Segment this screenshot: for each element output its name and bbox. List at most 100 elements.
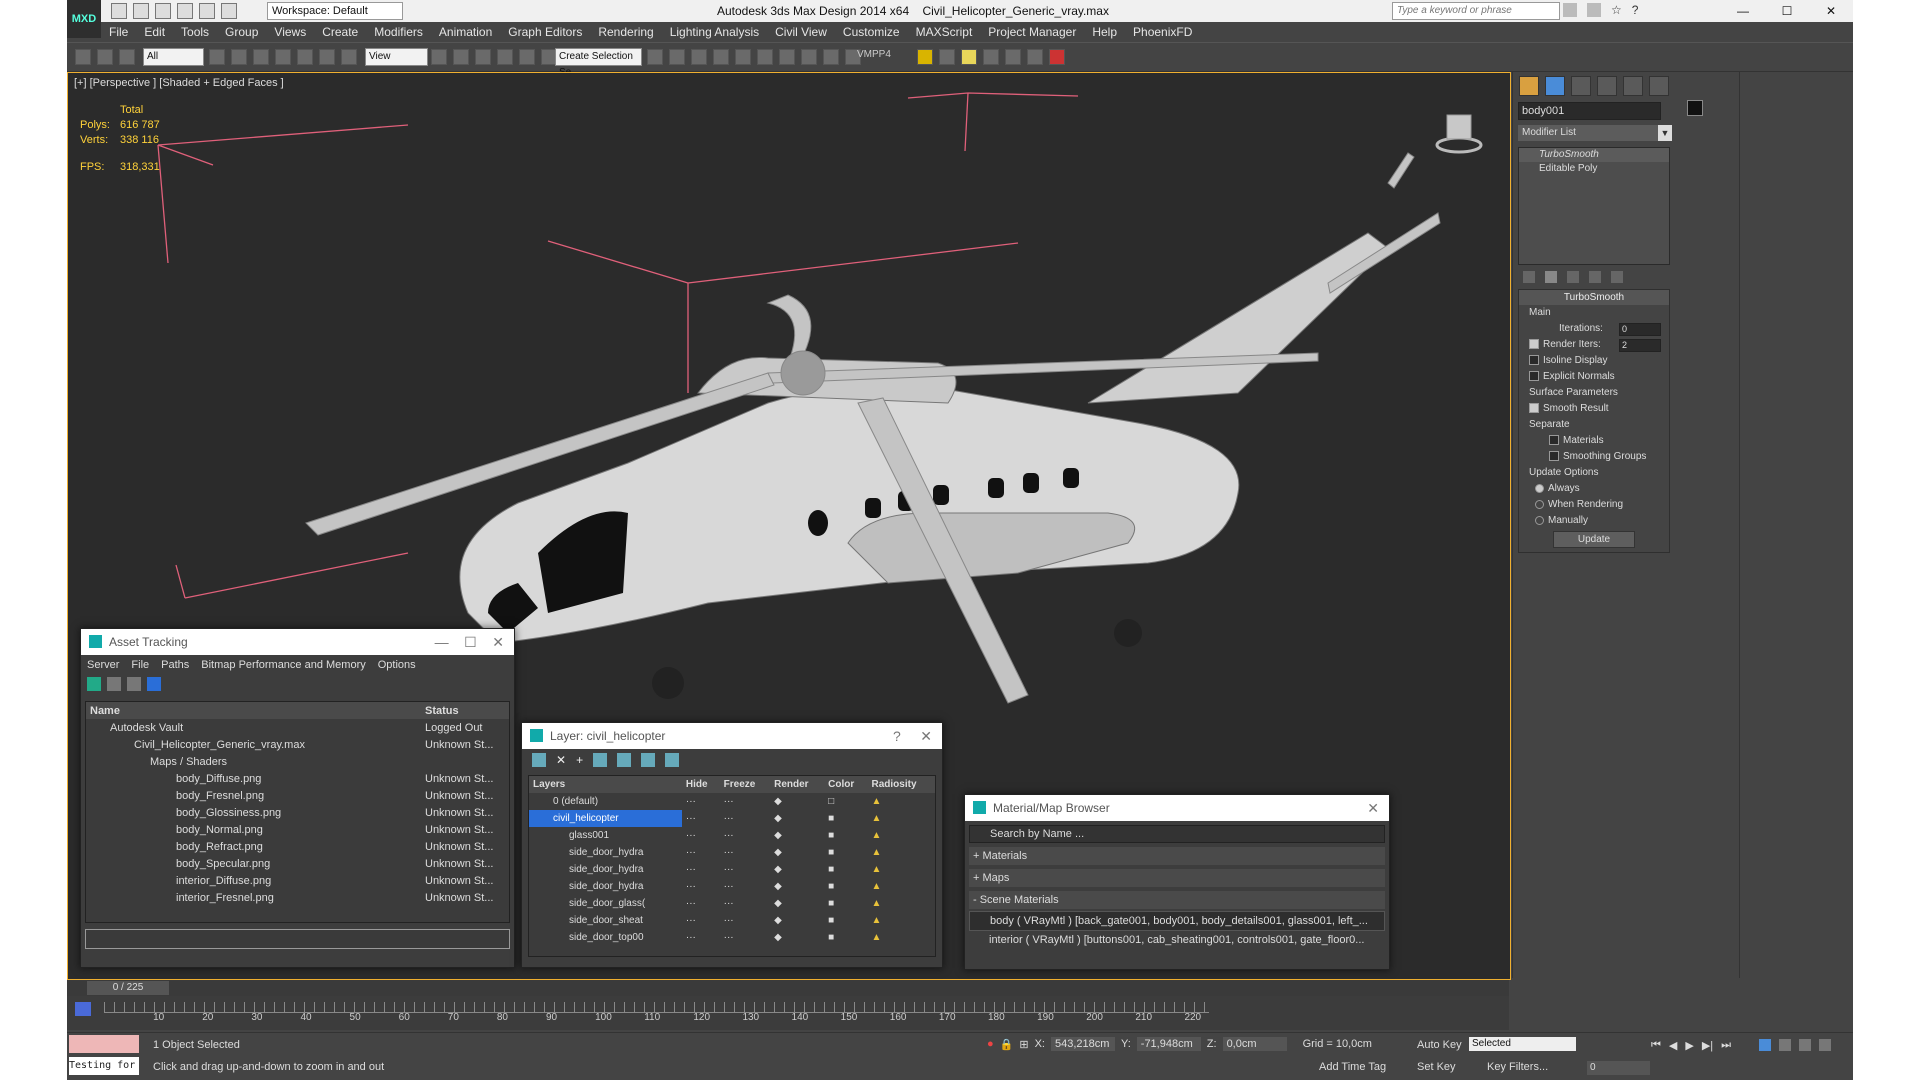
new-layer-icon[interactable] [532, 753, 546, 767]
layer-titlebar[interactable]: Layer: civil_helicopter ? ✕ [522, 723, 942, 749]
rendered-frame-icon[interactable] [823, 49, 839, 65]
path-field[interactable] [85, 929, 510, 949]
play-icon[interactable]: ▶ [1685, 1039, 1693, 1052]
time-slider[interactable]: 0 / 225 [67, 980, 1509, 996]
material-entry-body[interactable]: body ( VRayMtl ) [back_gate001, body001,… [969, 911, 1385, 931]
key-filters-button[interactable]: Key Filters... [1487, 1061, 1548, 1073]
schematic-view-icon[interactable] [757, 49, 773, 65]
previous-frame-icon[interactable]: ◀ [1669, 1039, 1677, 1052]
layer-row[interactable]: side_door_glass(··· ··· ◆ ■ ▲ [529, 895, 935, 912]
x-coordinate-field[interactable]: 543,218cm [1050, 1037, 1115, 1051]
select-in-layer-icon[interactable] [593, 753, 608, 767]
layer-row[interactable]: side_door_hydra ··· ··· ◆ ■ ▲ [529, 878, 935, 895]
object-name-field[interactable]: body001 [1518, 102, 1661, 120]
set-key-button[interactable]: Set Key [1417, 1061, 1456, 1073]
curve-editor-icon[interactable] [75, 1002, 91, 1016]
track-bar[interactable]: 10 20 30 40 50 60 70 80 90 100 110 120 130 140 150 160 1… [67, 996, 1509, 1030]
viewcube[interactable] [1435, 107, 1483, 155]
open-icon[interactable] [133, 3, 149, 19]
update-button[interactable]: Update [1553, 531, 1635, 548]
light-icon[interactable] [961, 49, 977, 65]
layer-row[interactable]: side_door_hydra ··· ··· ◆ ■ ▲ [529, 861, 935, 878]
iterations-spinner[interactable]: 0 [1619, 323, 1661, 336]
table-row[interactable]: Maps / Shaders [86, 753, 509, 770]
menu-civil-view[interactable]: Civil View [767, 22, 835, 42]
new-icon[interactable] [111, 3, 127, 19]
zoom-icon[interactable] [1759, 1039, 1771, 1051]
motion-tab-icon[interactable] [1597, 76, 1617, 96]
help-button[interactable]: ? [893, 728, 901, 744]
refresh-icon[interactable] [87, 677, 101, 691]
menu-server[interactable]: Server [87, 659, 119, 671]
bind-space-warp-icon[interactable] [119, 49, 135, 65]
asset-tracking-titlebar[interactable]: Asset Tracking — ☐ ✕ [81, 629, 514, 655]
group-scene-materials[interactable]: - Scene Materials [969, 891, 1385, 909]
asset-tracking-window-controls[interactable]: — ☐ ✕ [435, 629, 504, 655]
layers-header[interactable]: Layers [529, 776, 682, 793]
curve-editor-icon[interactable] [735, 49, 751, 65]
select-object-icon[interactable] [209, 49, 225, 65]
highlight-layer-icon[interactable] [617, 753, 632, 767]
menu-customize[interactable]: Customize [835, 22, 908, 42]
layer-row[interactable]: side_door_top00 ··· ··· ◆ ■ ▲ [529, 929, 935, 946]
search-input[interactable]: Type a keyword or phrase [1392, 2, 1560, 20]
pivot-icon[interactable] [431, 49, 447, 65]
layer-manager-icon[interactable] [691, 49, 707, 65]
asset-tree[interactable]: Name Status Autodesk Vault Logged Out Civi… [85, 701, 510, 923]
rotate-icon[interactable] [319, 49, 335, 65]
when-rendering-radio[interactable] [1535, 499, 1544, 509]
menu-file[interactable]: File [131, 659, 149, 671]
viewport-icon[interactable] [1005, 49, 1021, 65]
named-selection-dropdown[interactable]: Create Selection Se [555, 48, 642, 78]
minimize-icon[interactable]: — [1721, 0, 1765, 22]
isoline-checkbox[interactable] [1529, 355, 1539, 366]
auto-key-button[interactable]: Auto Key [1417, 1039, 1462, 1051]
workspace-dropdown[interactable]: Workspace: Default [267, 2, 403, 20]
percent-snap-icon[interactable] [519, 49, 535, 65]
y-coordinate-field[interactable]: -71,948cm [1136, 1037, 1201, 1051]
modifier-stack[interactable]: TurboSmooth Editable Poly [1518, 147, 1670, 265]
table-row[interactable]: Civil_Helicopter_Generic_vray.max Unknown… [86, 736, 509, 753]
go-to-end-icon[interactable]: ⏭ [1721, 1039, 1731, 1052]
app-logo-button[interactable]: MXD [67, 0, 101, 38]
layer-row[interactable]: side_door_hydra ··· ··· ◆ ■ ▲ [529, 844, 935, 861]
thumbnail-view-icon[interactable] [127, 677, 141, 691]
mirror-icon[interactable] [647, 49, 663, 65]
scale-icon[interactable] [341, 49, 357, 65]
lock-icon[interactable]: 🔒 [1000, 1038, 1014, 1051]
menu-lighting-analysis[interactable]: Lighting Analysis [662, 22, 767, 42]
render-frame-icon[interactable] [939, 49, 955, 65]
redo-icon[interactable] [199, 3, 215, 19]
table-view-icon[interactable] [147, 677, 161, 691]
close-icon[interactable]: ✕ [1809, 0, 1853, 22]
modifier-list-dropdown[interactable]: Modifier List ▼ [1518, 125, 1672, 141]
layer-list[interactable]: Layers Hide Freeze Render Color Radiosity 0 (… [528, 775, 936, 957]
menu-help[interactable]: Help [1084, 22, 1125, 42]
layer-row[interactable]: side_door_sheat ··· ··· ◆ ■ ▲ [529, 912, 935, 929]
snap-toggle-icon[interactable] [475, 49, 491, 65]
maximize-icon[interactable]: ☐ [1765, 0, 1809, 22]
utilities-tab-icon[interactable] [1649, 76, 1669, 96]
explicit-normals-checkbox[interactable] [1529, 371, 1539, 382]
hide-header[interactable]: Hide [682, 776, 720, 793]
layer-window-controls[interactable]: ? ✕ [893, 723, 932, 749]
material-browser-titlebar[interactable]: Material/Map Browser ✕ [965, 795, 1389, 821]
graphite-icon[interactable] [713, 49, 729, 65]
table-row[interactable]: body_Normal.png Unknown St... [86, 821, 509, 838]
smoothing-groups-checkbox[interactable] [1549, 451, 1559, 462]
object-color-swatch[interactable] [1687, 100, 1703, 116]
reference-coord-dropdown[interactable]: View [365, 48, 428, 66]
menu-create[interactable]: Create [314, 22, 366, 42]
make-unique-icon[interactable] [1567, 271, 1579, 283]
table-row[interactable]: body_Glossiness.png Unknown St... [86, 804, 509, 821]
freeze-all-icon[interactable] [665, 753, 680, 767]
menu-animation[interactable]: Animation [431, 22, 500, 42]
z-coordinate-field[interactable]: 0,0cm [1222, 1037, 1287, 1051]
maxscript-listener-pink[interactable] [69, 1035, 139, 1053]
menu-project-manager[interactable]: Project Manager [980, 22, 1084, 42]
menu-views[interactable]: Views [266, 22, 314, 42]
select-manipulate-icon[interactable] [453, 49, 469, 65]
zoom-all-icon[interactable] [1779, 1039, 1791, 1051]
undo-icon[interactable] [177, 3, 193, 19]
vmpp-label[interactable]: VMPP4 [857, 49, 891, 60]
